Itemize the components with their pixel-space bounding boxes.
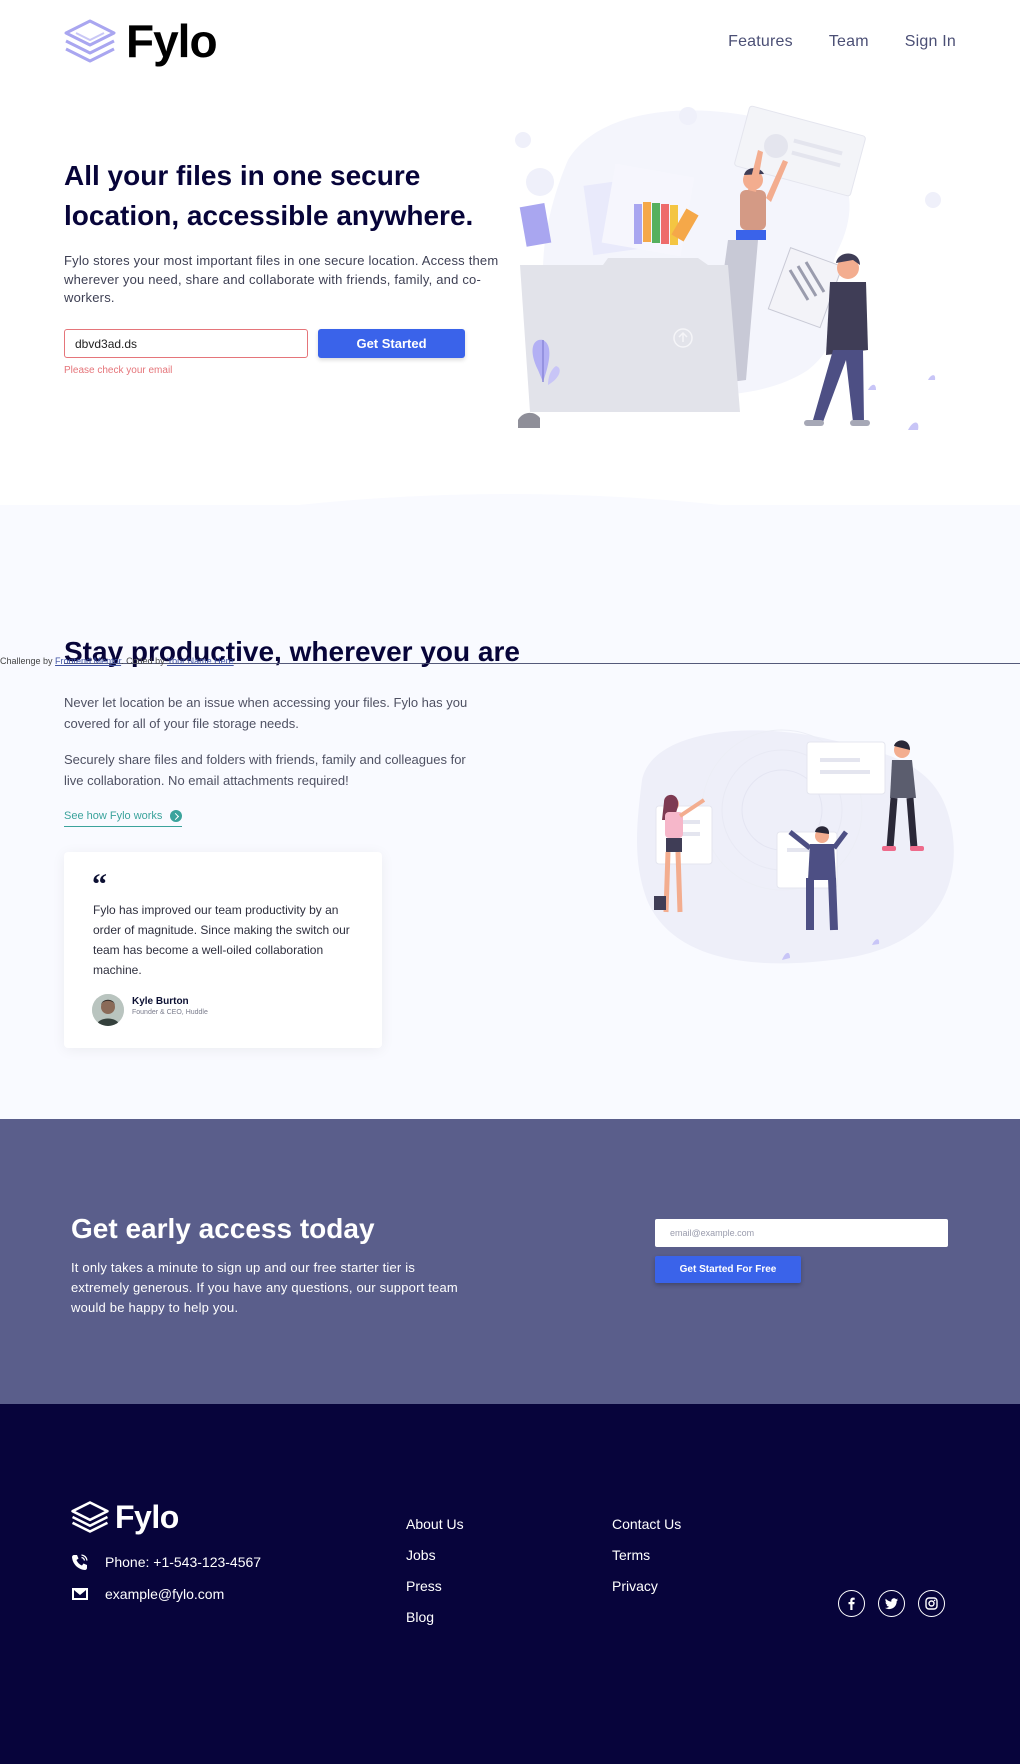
footer-logo-text: Fylo	[115, 1499, 179, 1535]
logo-text: Fylo	[126, 15, 218, 67]
footer-link-jobs[interactable]: Jobs	[406, 1547, 464, 1564]
footer-phone-text: Phone: +1-543-123-4567	[105, 1554, 262, 1570]
fylo-logo-icon	[71, 1501, 109, 1533]
productive-paragraph-2: Securely share files and folders with fr…	[64, 752, 466, 788]
instagram-button[interactable]	[918, 1590, 945, 1617]
footer-link-privacy[interactable]: Privacy	[612, 1578, 681, 1595]
footer-link-contact-us[interactable]: Contact Us	[612, 1516, 681, 1533]
footer-link-terms[interactable]: Terms	[612, 1547, 681, 1564]
instagram-icon	[925, 1597, 938, 1610]
footer-link-press[interactable]: Press	[406, 1578, 464, 1595]
testimonial-text: Fylo has improved our team productivity …	[93, 903, 350, 977]
footer-links-col-1: About Us Jobs Press Blog	[406, 1516, 464, 1626]
hero-title: All your files in one secure location, a…	[64, 160, 474, 231]
hero-description: Fylo stores your most important files in…	[64, 253, 499, 305]
avatar	[92, 994, 124, 1026]
footer-email-text[interactable]: example@fylo.com	[105, 1586, 224, 1602]
facebook-icon	[848, 1597, 855, 1610]
see-how-label: See how Fylo works	[64, 810, 163, 822]
testimonial-card: “ Fylo has improved our team productivit…	[64, 852, 382, 1048]
get-started-free-button[interactable]: Get Started For Free	[655, 1256, 801, 1283]
header: Fylo Features Team Sign In	[0, 0, 1020, 90]
early-access-title: Get early access today	[71, 1213, 375, 1244]
attribution: Challenge by Frontend Mentor. Coded by Y…	[0, 656, 236, 666]
attribution-middle: . Coded by	[121, 656, 167, 666]
section-curve	[0, 494, 1020, 550]
main-nav: Features Team Sign In	[728, 33, 956, 51]
early-access-text: It only takes a minute to sign up and ou…	[71, 1260, 458, 1315]
hero-email-input[interactable]	[64, 329, 308, 358]
nav-team[interactable]: Team	[829, 33, 869, 51]
social-links	[838, 1590, 945, 1617]
twitter-icon	[885, 1598, 898, 1610]
nav-features[interactable]: Features	[728, 33, 793, 51]
hero-illustration	[515, 105, 941, 430]
attribution-author-link[interactable]: Your Name Here	[167, 656, 234, 666]
footer-email: example@fylo.com	[71, 1585, 224, 1603]
early-email-input[interactable]	[655, 1219, 948, 1247]
productive-illustration	[637, 729, 954, 964]
attribution-frontend-mentor-link[interactable]: Frontend Mentor	[55, 656, 121, 666]
facebook-button[interactable]	[838, 1590, 865, 1617]
attribution-prefix: Challenge by	[0, 656, 56, 666]
footer-links-col-2: Contact Us Terms Privacy	[612, 1516, 681, 1595]
quote-icon: “	[92, 868, 107, 901]
author-name: Kyle Burton	[132, 996, 189, 1007]
get-started-button[interactable]: Get Started	[318, 329, 465, 358]
productive-paragraph-1: Never let location be an issue when acce…	[64, 695, 468, 731]
fylo-logo-icon	[64, 19, 116, 63]
footer-link-blog[interactable]: Blog	[406, 1609, 464, 1626]
attribution-suffix: .	[233, 656, 237, 666]
footer: Fylo Phone: +1-543-123-4567 example@fylo…	[0, 1404, 1020, 1764]
logo[interactable]: Fylo	[64, 15, 218, 67]
early-access-section: Get early access today It only takes a m…	[0, 1119, 1020, 1404]
nav-sign-in[interactable]: Sign In	[905, 33, 956, 51]
see-how-fylo-works-link[interactable]: See how Fylo works	[64, 810, 183, 827]
email-error-message: Please check your email	[64, 365, 173, 376]
mail-icon	[72, 1588, 88, 1600]
twitter-button[interactable]	[878, 1590, 905, 1617]
author-role: Founder & CEO, Huddle	[132, 1009, 208, 1016]
footer-phone: Phone: +1-543-123-4567	[71, 1553, 261, 1571]
phone-icon	[72, 1554, 88, 1570]
footer-logo[interactable]: Fylo	[71, 1501, 179, 1533]
arrow-right-icon	[170, 810, 183, 822]
footer-link-about-us[interactable]: About Us	[406, 1516, 464, 1533]
avatar-image	[92, 994, 124, 1026]
